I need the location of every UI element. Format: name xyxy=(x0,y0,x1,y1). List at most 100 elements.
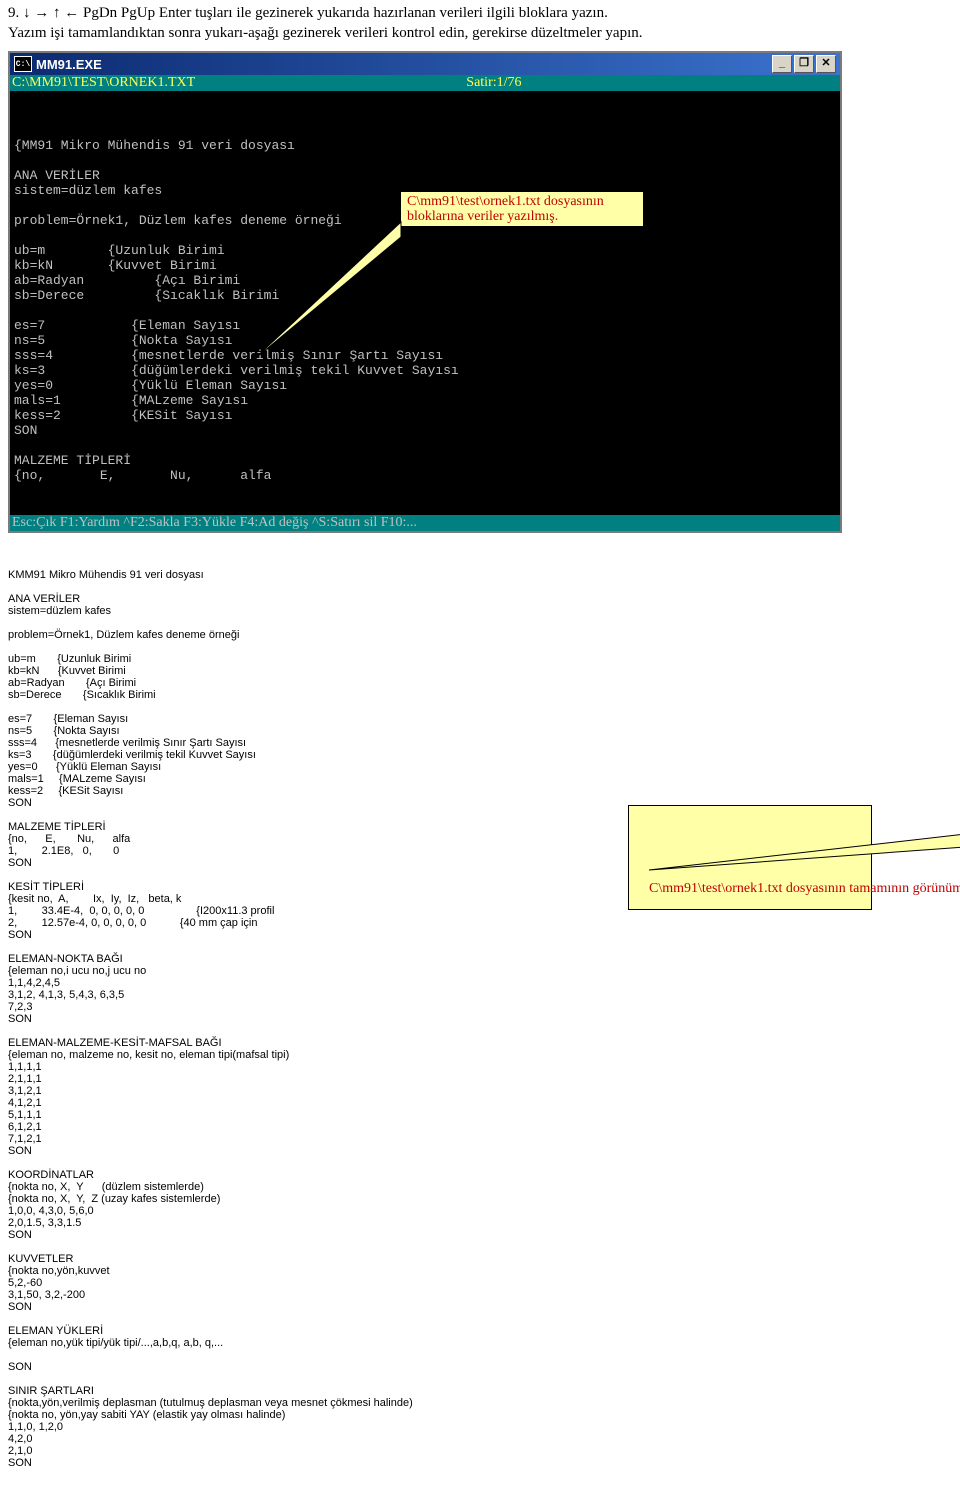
line-indicator: Satir:1/76 xyxy=(466,75,521,91)
listing-line: es=7 {Eleman Sayısı xyxy=(8,713,952,725)
listing-line: 1,1,1,1 xyxy=(8,1061,952,1073)
cmd-icon: C:\ xyxy=(14,56,32,72)
listing-line xyxy=(8,617,952,629)
listing-line: sb=Derece {Sıcaklık Birimi xyxy=(8,689,952,701)
console-line: {MM91 Mikro Mühendis 91 veri dosyası xyxy=(14,138,836,153)
listing-line: ns=5 {Nokta Sayısı xyxy=(8,725,952,737)
console-line xyxy=(14,438,836,453)
listing-line xyxy=(8,581,952,593)
listing-line: ELEMAN-MALZEME-KESİT-MAFSAL BAĞI xyxy=(8,1037,952,1049)
listing-line: ANA VERİLER xyxy=(8,593,952,605)
instruction-line2: Yazım işi tamamlandıktan sonra yukarı-aş… xyxy=(8,24,952,44)
listing-line: {eleman no,i ucu no,j ucu no xyxy=(8,965,952,977)
instruction-text: 9. ↓ → ↑ ← PgDn PgUp Enter tuşları ile g… xyxy=(0,0,960,47)
minimize-button[interactable]: _ xyxy=(772,55,792,73)
listing-line: 1,1,4,2,4,5 xyxy=(8,977,952,989)
console-line: sb=Derece {Sıcaklık Birimi xyxy=(14,288,836,303)
listing-line: SON xyxy=(8,1145,952,1157)
listing-line: SON xyxy=(8,1457,952,1469)
console-line: ANA VERİLER xyxy=(14,168,836,183)
close-button[interactable]: ✕ xyxy=(816,55,836,73)
listing-line: KUVVETLER xyxy=(8,1253,952,1265)
listing-line xyxy=(8,641,952,653)
listing-line xyxy=(8,1241,952,1253)
console-line: ab=Radyan {Açı Birimi xyxy=(14,273,836,288)
listing-line: 2,0,1.5, 3,3,1.5 xyxy=(8,1217,952,1229)
console-line: MALZEME TİPLERİ xyxy=(14,453,836,468)
listing-line xyxy=(8,1157,952,1169)
console-line xyxy=(14,228,836,243)
listing-line: 7,1,2,1 xyxy=(8,1133,952,1145)
listing-line xyxy=(8,1313,952,1325)
listing-line xyxy=(8,1349,952,1361)
window-title: MM91.EXE xyxy=(36,57,770,72)
listing-line: 2,1,1,1 xyxy=(8,1073,952,1085)
console-line: SON xyxy=(14,423,836,438)
listing-line: SON xyxy=(8,1361,952,1373)
listing-line: 2,1,0 xyxy=(8,1445,952,1457)
listing-line: KOORDİNATLAR xyxy=(8,1169,952,1181)
full-file-listing: KMM91 Mikro Mühendis 91 veri dosyası ANA… xyxy=(8,545,952,1481)
console-line: kess=2 {KESit Sayısı xyxy=(14,408,836,423)
listing-line: ks=3 {düğümlerdeki verilmiş tekil Kuvvet… xyxy=(8,749,952,761)
listing-line: KMM91 Mikro Mühendis 91 veri dosyası xyxy=(8,569,952,581)
listing-line: 3,1,2, 4,1,3, 5,4,3, 6,3,5 xyxy=(8,989,952,1001)
maximize-button[interactable]: ❐ xyxy=(794,55,814,73)
listing-line: {eleman no,yük tipi/yük tipi/...,a,b,q, … xyxy=(8,1337,952,1349)
listing-line: 3,1,2,1 xyxy=(8,1085,952,1097)
console-body[interactable]: {MM91 Mikro Mühendis 91 veri dosyası ANA… xyxy=(10,91,840,515)
listing-line: ab=Radyan {Açı Birimi xyxy=(8,677,952,689)
console-line: ub=m {Uzunluk Birimi xyxy=(14,243,836,258)
listing-line: 4,2,0 xyxy=(8,1433,952,1445)
instruction-line1: 9. ↓ → ↑ ← PgDn PgUp Enter tuşları ile g… xyxy=(8,4,952,24)
listing-line: ub=m {Uzunluk Birimi xyxy=(8,653,952,665)
listing-line: sss=4 {mesnetlerde verilmiş Sınır Şartı … xyxy=(8,737,952,749)
listing-line: 7,2,3 xyxy=(8,1001,952,1013)
listing-line: {nokta,yön,verilmiş deplasman (tutulmuş … xyxy=(8,1397,952,1409)
listing-line: 4,1,2,1 xyxy=(8,1097,952,1109)
console-line: ns=5 {Nokta Sayısı xyxy=(14,333,836,348)
listing-line: 6,1,2,1 xyxy=(8,1121,952,1133)
console-line: {no, E, Nu, alfa xyxy=(14,468,836,483)
console-line: mals=1 {MALzeme Sayısı xyxy=(14,393,836,408)
listing-line: problem=Örnek1, Düzlem kafes deneme örne… xyxy=(8,629,952,641)
listing-line: 5,1,1,1 xyxy=(8,1109,952,1121)
listing-line: SON xyxy=(8,1301,952,1313)
listing-line xyxy=(8,701,952,713)
console-window: C:\ MM91.EXE _ ❐ ✕ C:\MM91\TEST\ORNEK1.T… xyxy=(8,51,842,533)
listing-line: 5,2,-60 xyxy=(8,1277,952,1289)
console-line: kb=kN {Kuvvet Birimi xyxy=(14,258,836,273)
listing-line: {eleman no, malzeme no, kesit no, eleman… xyxy=(8,1049,952,1061)
listing-line: SON xyxy=(8,1229,952,1241)
console-line xyxy=(14,153,836,168)
console-footer: Esc:Çık F1:Yardım ^F2:Sakla F3:Yükle F4:… xyxy=(10,515,840,531)
listing-line: 2, 12.57e-4, 0, 0, 0, 0, 0 {40 mm çap iç… xyxy=(8,917,952,929)
console-line: ks=3 {düğümlerdeki verilmiş tekil Kuvvet… xyxy=(14,363,836,378)
listing-line: ELEMAN-NOKTA BAĞI xyxy=(8,953,952,965)
listing-line: SON xyxy=(8,1013,952,1025)
listing-line: kb=kN {Kuvvet Birimi xyxy=(8,665,952,677)
console-line: es=7 {Eleman Sayısı xyxy=(14,318,836,333)
callout2-text: C\mm91\test\ornek1.txt dosyasının tamamı… xyxy=(649,881,960,896)
console-header: C:\MM91\TEST\ORNEK1.TXT Satir:1/76 xyxy=(10,75,840,91)
listing-line xyxy=(8,941,952,953)
listing-line: SON xyxy=(8,929,952,941)
listing-line xyxy=(8,1025,952,1037)
window-titlebar: C:\ MM91.EXE _ ❐ ✕ xyxy=(10,53,840,75)
listing-line: sistem=düzlem kafes xyxy=(8,605,952,617)
listing-line: {nokta no, yön,yay sabiti YAY (elastik y… xyxy=(8,1409,952,1421)
listing-line: {nokta no,yön,kuvvet xyxy=(8,1265,952,1277)
listing-line: {nokta no, X, Y (düzlem sistemlerde) xyxy=(8,1181,952,1193)
listing-line: kess=2 {KESit Sayısı xyxy=(8,785,952,797)
console-line xyxy=(14,303,836,318)
listing-line: yes=0 {Yüklü Eleman Sayısı xyxy=(8,761,952,773)
listing-line: SINIR ŞARTLARI xyxy=(8,1385,952,1397)
listing-line: ELEMAN YÜKLERİ xyxy=(8,1325,952,1337)
console-line: yes=0 {Yüklü Eleman Sayısı xyxy=(14,378,836,393)
listing-line xyxy=(8,1373,952,1385)
listing-line: 1,1,0, 1,2,0 xyxy=(8,1421,952,1433)
callout-note-2: C\mm91\test\ornek1.txt dosyasının tamamı… xyxy=(628,805,872,910)
callout-note-1: C\mm91\test\ornek1.txt dosyasının blokla… xyxy=(400,191,644,227)
listing-line: {nokta no, X, Y, Z (uzay kafes sistemler… xyxy=(8,1193,952,1205)
console-line: sss=4 {mesnetlerde verilmiş Sınır Şartı … xyxy=(14,348,836,363)
